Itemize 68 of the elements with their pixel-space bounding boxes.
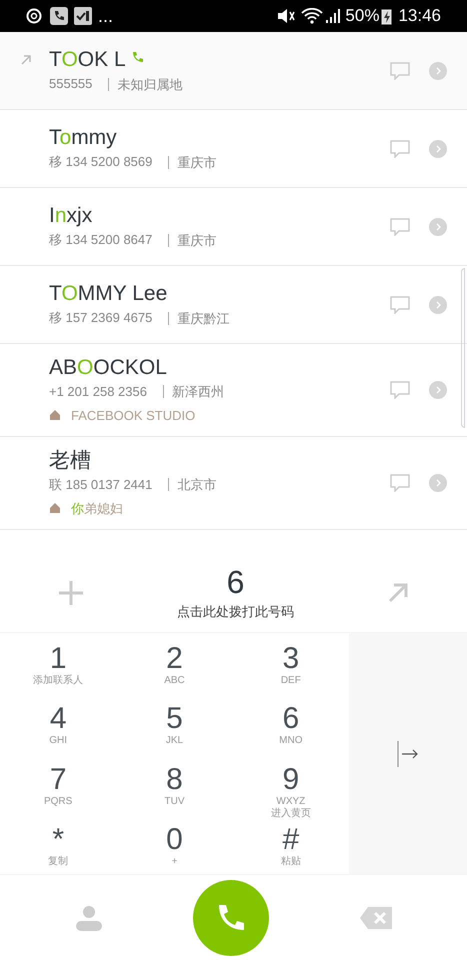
wifi-icon (301, 8, 324, 24)
message-icon[interactable] (390, 62, 410, 80)
message-icon[interactable] (390, 218, 410, 236)
dial-key[interactable]: 7 PQRS (0, 754, 116, 814)
dial-key[interactable]: 0 + (116, 814, 233, 874)
phone-number: 移 134 5200 8569 (49, 153, 152, 172)
contact-name: Inxjx (49, 203, 92, 230)
alarm-icon (26, 8, 42, 24)
contacts-icon[interactable] (76, 904, 102, 930)
arrow-icon[interactable] (387, 582, 409, 604)
number-location: 北京市 (168, 478, 216, 492)
number-location: 重庆市 (168, 156, 216, 168)
number-location: 重庆黔江 (168, 312, 230, 324)
clock: 13:46 (398, 5, 441, 28)
details-icon[interactable] (429, 296, 447, 314)
phone-number: +1 201 258 2356 (49, 383, 147, 401)
details-icon[interactable] (429, 62, 447, 80)
contact-item[interactable]: 老槽 联 185 0137 2441 北京市 你弟媳妇 (49, 448, 390, 518)
home-icon (49, 409, 61, 422)
add-icon[interactable] (58, 580, 84, 606)
number-location: 新泽西州 (162, 385, 224, 398)
contact-item[interactable]: Tommy 移 134 5200 8569 重庆市 (49, 125, 390, 172)
battery-percent: 50% (345, 5, 380, 28)
contact-item[interactable]: TOMMY Lee 移 157 2369 4675 重庆黔江 (49, 281, 390, 328)
mute-icon (277, 8, 296, 24)
home-icon (49, 502, 61, 514)
phone-number: 移 157 2369 4675 (49, 309, 152, 328)
scrollbar[interactable] (461, 268, 465, 428)
dial-key[interactable]: 2 ABC (116, 633, 233, 693)
phone-number: 联 185 0137 2441 (49, 476, 152, 494)
signal-icon (325, 8, 342, 24)
contact-item[interactable]: Inxjx 移 134 5200 8647 重庆市 (49, 203, 390, 250)
message-icon[interactable] (390, 140, 410, 158)
dial-key[interactable]: 5 JKL (116, 693, 233, 754)
phone-number: 555555 (49, 75, 92, 94)
call-hint: 点击此处拨打此号码 (177, 602, 294, 621)
message-icon[interactable] (390, 474, 410, 492)
backspace-icon[interactable] (360, 906, 392, 928)
contact-item[interactable]: ABOOCKOL +1 201 258 2356 新泽西州 FACEBOOK STUDIO (49, 355, 390, 425)
dial-key[interactable]: 3 DEF (232, 633, 349, 693)
dial-key[interactable]: 8 TUV (116, 754, 233, 814)
checklist-icon (74, 7, 92, 25)
dial-display[interactable]: 6 点击此处拨打此号码 (84, 564, 387, 622)
phone-icon (50, 7, 68, 25)
contact-name: Tommy (49, 125, 117, 152)
dial-key[interactable]: 1 添加联系人 (0, 633, 116, 693)
details-icon[interactable] (429, 140, 447, 158)
contact-name: 老槽 (49, 448, 91, 474)
dial-key[interactable]: 6 MNO (232, 693, 349, 754)
phone-number: 移 134 5200 8647 (49, 231, 152, 250)
more-notifications: ... (98, 7, 114, 25)
number-location: 未知归属地 (108, 78, 182, 90)
number-location: 重庆市 (168, 234, 216, 246)
message-icon[interactable] (390, 381, 410, 399)
contact-note: FACEBOOK STUDIO (71, 406, 196, 424)
contact-note: 你弟媳妇 (71, 500, 123, 518)
details-icon[interactable] (429, 381, 447, 399)
dial-key[interactable]: 4 GHI (0, 693, 116, 754)
battery-icon (381, 8, 392, 24)
contact-name: ABOOCKOL (49, 355, 167, 381)
dialed-number: 6 (226, 564, 244, 600)
message-icon[interactable] (390, 296, 410, 314)
dial-key[interactable]: * 复制 (0, 814, 116, 874)
details-icon[interactable] (429, 474, 447, 492)
details-icon[interactable] (429, 218, 447, 236)
collapse-arrow-icon[interactable] (397, 740, 419, 766)
contact-name: TOMMY Lee (49, 281, 168, 308)
contact-name: TOOK L (49, 47, 126, 74)
